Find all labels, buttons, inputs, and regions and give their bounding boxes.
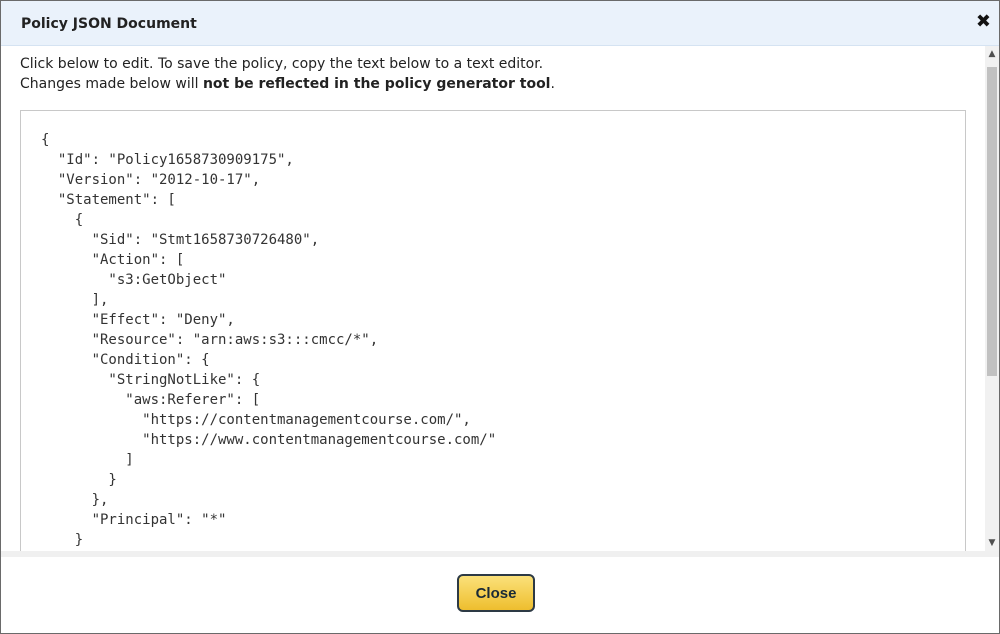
dialog-footer: Close: [1, 551, 999, 633]
policy-json-text[interactable]: { "Id": "Policy1658730909175", "Version"…: [41, 130, 496, 550]
dialog-titlebar: Policy JSON Document ✖: [1, 1, 999, 46]
instructions-line-2-suffix: .: [550, 76, 555, 92]
close-button[interactable]: Close: [457, 574, 535, 612]
dialog-title: Policy JSON Document: [21, 16, 197, 32]
content-scrollbar[interactable]: ▲ ▼: [985, 46, 999, 551]
instructions-line-2-prefix: Changes made below will: [20, 76, 203, 92]
instructions-warning: not be reflected in the policy generator…: [202, 76, 551, 92]
instructions-line-1: Click below to edit. To save the policy,…: [20, 56, 544, 72]
scroll-down-arrow-icon[interactable]: ▼: [985, 535, 999, 551]
scrollbar-thumb[interactable]: [987, 67, 997, 376]
instructions-line-2: Changes made below will not be reflected…: [20, 74, 555, 94]
scroll-up-arrow-icon[interactable]: ▲: [985, 46, 999, 62]
instructions-text: Click below to edit. To save the policy,…: [20, 54, 555, 94]
policy-json-editor[interactable]: { "Id": "Policy1658730909175", "Version"…: [20, 110, 966, 551]
close-icon[interactable]: ✖: [976, 13, 991, 31]
policy-json-dialog: Policy JSON Document ✖ Click below to ed…: [0, 0, 1000, 634]
dialog-content: Click below to edit. To save the policy,…: [1, 46, 985, 551]
